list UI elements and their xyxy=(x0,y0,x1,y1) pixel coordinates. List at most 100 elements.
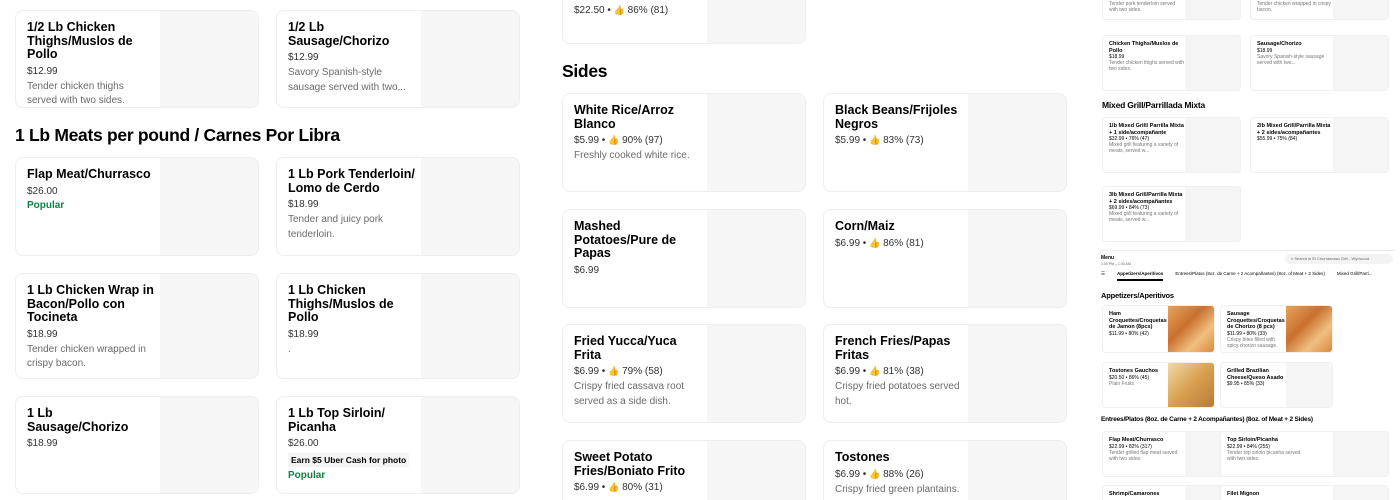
preview-card[interactable]: Sausage/Chorizo $18.99 Savory Spanish-styl… xyxy=(1250,35,1389,91)
preview-image xyxy=(1168,363,1214,407)
preview-card[interactable]: Ham Croquettes/Croquetas de Jamon (8pcs)… xyxy=(1102,305,1215,353)
item-description: Tender chicken thighs served with two si… xyxy=(27,80,125,107)
preview-image xyxy=(1333,486,1388,500)
preview-name: 2lb Mixed Grill/Parrilla Mixta + 2 sides… xyxy=(1257,123,1331,136)
item-description: Crispy fried potatoes served hot. xyxy=(835,381,960,407)
preview-tab[interactable]: Entrees/Platos (8oz. de Carne + 2 Acompa… xyxy=(1175,271,1325,276)
thumbs-up-icon: 👍 xyxy=(869,135,881,145)
section-title: 1 Lb Meats per pound / Carnes Por Libra xyxy=(15,125,340,145)
preview-section-title: Entrees/Platos (8oz. de Carne + 2 Acompa… xyxy=(1101,416,1313,423)
item-image xyxy=(421,274,519,378)
preview-search-input[interactable]: ⌕ Search in El Churrascaso Grill - Wynwo… xyxy=(1285,254,1393,264)
preview-tab-icon[interactable]: ☰ xyxy=(1101,271,1105,276)
menu-item-card[interactable]: Corn/Maiz $6.99 • 👍 86% (81) xyxy=(823,209,1067,308)
menu-item-card[interactable]: 1 Lb Chicken Thighs/Muslos de Pollo $18.… xyxy=(276,273,520,379)
preview-tab-bar: ☰ Appetizers/Aperitivos Entrees/Platos (8o… xyxy=(1101,271,1385,281)
menu-item-card[interactable]: Black Beans/Frijoles Negros $5.99 • 👍 83… xyxy=(823,93,1067,192)
item-price: $18.99 xyxy=(27,438,58,449)
item-image xyxy=(707,0,805,43)
preview-card[interactable]: Grilled Brazilian Cheese/Queso Asado $9.9… xyxy=(1220,362,1333,408)
item-name: 1 Lb Chicken Wrap in Bacon/Pollo con Toc… xyxy=(27,283,154,324)
preview-desc: Tender chicken thighs served with two si… xyxy=(1109,60,1185,72)
item-image xyxy=(968,94,1066,191)
item-price: $26.00 xyxy=(288,438,319,449)
thumbs-up-icon: 👍 xyxy=(869,237,881,248)
menu-item-card[interactable]: $22.50 • 👍 86% (81) xyxy=(562,0,806,44)
item-meta: $6.99 • 👍 81% (38) xyxy=(835,366,924,377)
item-name: Black Beans/Frijoles Negros xyxy=(835,103,958,131)
preview-section-title: Appetizers/Aperitivos xyxy=(1101,291,1174,300)
preview-name: Sausage Croquettes/Croquetas de Chorizo … xyxy=(1227,311,1285,330)
menu-item-card[interactable]: White Rice/Arroz Blanco $5.99 • 👍 90% (9… xyxy=(562,93,806,192)
preview-card[interactable]: Top Sirloin/Picanha $22.99 • 84% (255) Ten… xyxy=(1220,431,1389,477)
preview-image xyxy=(1333,36,1388,90)
item-image xyxy=(707,325,805,422)
item-name: White Rice/Arroz Blanco xyxy=(574,103,675,131)
preview-card[interactable]: 3lb Mixed Grill/Parrilla Mixta + 2 sides… xyxy=(1102,186,1241,242)
preview-search-placeholder: Search in El Churrascaso Grill - Wynwood xyxy=(1294,256,1370,261)
menu-item-card[interactable]: 1 Lb Sausage/Chorizo $18.99 xyxy=(15,396,259,494)
preview-desc: Mixed grill featuring a variety of meats… xyxy=(1109,142,1179,154)
thumbs-up-icon: 👍 xyxy=(608,482,620,492)
menu-item-card[interactable]: 1/2 Lb Chicken Thighs/Muslos de Pollo $1… xyxy=(15,10,259,108)
menu-item-card[interactable]: 1/2 Lb Sausage/Chorizo $12.99 Savory Spa… xyxy=(276,10,520,108)
preview-image xyxy=(1333,118,1388,172)
preview-card[interactable]: Sausage Croquettes/Croquetas de Chorizo … xyxy=(1220,305,1333,353)
item-image xyxy=(707,94,805,191)
item-image xyxy=(160,11,258,107)
item-name: 1/2 Lb Chicken Thighs/Muslos de Pollo xyxy=(27,20,133,61)
preview-desc: Tender pork tenderloin served with two s… xyxy=(1109,1,1176,13)
preview-image xyxy=(1286,306,1332,352)
thumbs-up-icon: 👍 xyxy=(613,5,625,15)
preview-desc: Mixed grill featuring a variety of meats… xyxy=(1109,211,1179,223)
item-name: French Fries/Papas Fritas xyxy=(835,334,951,362)
menu-item-card[interactable]: French Fries/Papas Fritas $6.99 • 👍 81% … xyxy=(823,324,1067,423)
item-name: 1/2 Lb Sausage/Chorizo xyxy=(288,20,390,48)
menu-item-card[interactable]: 1 Lb Chicken Wrap in Bacon/Pollo con Toc… xyxy=(15,273,259,379)
menu-item-card[interactable]: 1 Lb Top Sirloin/ Picanha $26.00 Earn $5… xyxy=(276,396,520,494)
menu-item-card[interactable]: Mashed Potatoes/Pure de Papas $6.99 xyxy=(562,209,806,308)
preview-card[interactable]: 1lb Mixed Grill/ Parrilla Mixta + 1 side… xyxy=(1102,117,1241,173)
preview-tab[interactable]: Appetizers/Aperitivos xyxy=(1117,271,1164,281)
preview-card[interactable]: 2lb Mixed Grill/Parrilla Mixta + 2 sides… xyxy=(1250,117,1389,173)
item-meta: $5.99 • 👍 90% (97) xyxy=(574,135,663,146)
menu-item-card[interactable]: Fried Yucca/Yuca Frita $6.99 • 👍 79% (58… xyxy=(562,324,806,423)
preview-image xyxy=(1185,36,1240,90)
preview-desc: Tender top sirloin picanha served with t… xyxy=(1227,449,1301,462)
popular-badge: Popular xyxy=(27,199,65,211)
preview-desc: Tender grilled flap meat served with two… xyxy=(1109,449,1178,462)
preview-name: Ham Croquettes/Croquetas de Jamon (8pcs) xyxy=(1109,311,1167,330)
item-image xyxy=(707,441,805,500)
item-meta: $6.99 • 👍 80% (31) xyxy=(574,482,663,493)
preview-desc: Savory Spanish-style sausage served with… xyxy=(1257,53,1325,66)
item-image xyxy=(421,158,519,255)
thumbs-up-icon: 👍 xyxy=(869,366,881,376)
menu-item-card[interactable]: Sweet Potato Fries/Boniato Frito $6.99 •… xyxy=(562,440,806,500)
preview-card[interactable]: Tostones Gauchos $20.50 • 86% (45) Plain F… xyxy=(1102,362,1215,408)
uber-cash-promo: Earn $5 Uber Cash for photo xyxy=(288,453,410,467)
preview-card[interactable]: Tender chicken wrapped in crispy bacon. xyxy=(1250,0,1389,20)
menu-item-card[interactable]: Tostones $6.99 • 👍 88% (26) Crispy fried… xyxy=(823,440,1067,500)
menu-item-card[interactable]: Flap Meat/Churrasco $26.00 Popular xyxy=(15,157,259,256)
menu-item-card[interactable]: 1 Lb Pork Tenderloin/ Lomo de Cerdo $18.… xyxy=(276,157,520,256)
item-image xyxy=(968,441,1066,500)
preview-card[interactable]: Filet Mignon xyxy=(1220,485,1389,500)
preview-tab[interactable]: Mixed Grill/Parri... xyxy=(1337,271,1373,276)
item-image xyxy=(421,11,519,107)
item-name: Mashed Potatoes/Pure de Papas xyxy=(574,219,677,260)
preview-card[interactable]: Chicken Thighs/Muslos de Pollo $18.99 Tend… xyxy=(1102,35,1241,91)
preview-image xyxy=(1185,187,1240,241)
item-price: $18.99 xyxy=(27,328,58,340)
page-preview: Tender pork tenderloin served with two s… xyxy=(1100,0,1395,500)
item-image xyxy=(707,210,805,307)
preview-price: $9.95 • 85% (33) xyxy=(1227,381,1265,387)
divider xyxy=(1100,250,1395,251)
preview-card[interactable]: Tender pork tenderloin served with two s… xyxy=(1102,0,1241,20)
preview-image xyxy=(1286,363,1332,407)
item-meta: $6.99 • 👍 79% (58) xyxy=(574,366,663,377)
item-description: Freshly cooked white rice. xyxy=(574,150,690,161)
preview-image xyxy=(1185,118,1240,172)
popular-badge: Popular xyxy=(288,470,326,481)
item-image xyxy=(968,210,1066,307)
preview-name: Grilled Brazilian Cheese/Queso Asado xyxy=(1227,368,1284,381)
